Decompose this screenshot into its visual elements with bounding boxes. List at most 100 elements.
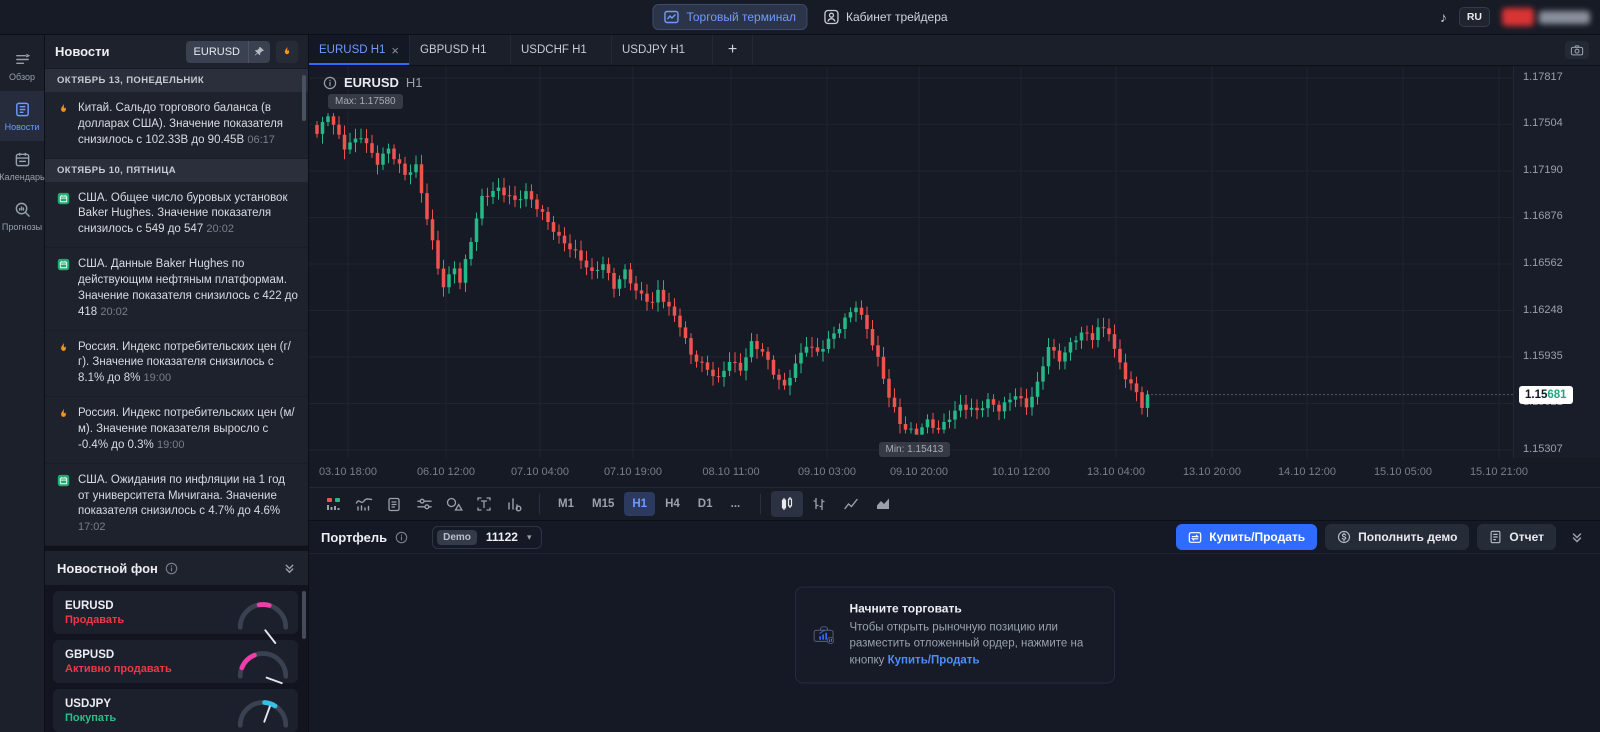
area-chart-icon bbox=[875, 496, 891, 512]
terminal-chart-icon bbox=[663, 9, 679, 25]
news-item-text: США. Ожидания по инфляции на 1 год от ун… bbox=[78, 473, 298, 536]
news-item-text: Россия. Индекс потребительских цен (м/м)… bbox=[78, 406, 298, 454]
timeframe-button[interactable]: D1 bbox=[690, 492, 721, 516]
sidebar-item-label: Обзор bbox=[9, 72, 35, 82]
timeframe-button[interactable]: M15 bbox=[584, 492, 622, 516]
time-tick: 15.10 05:00 bbox=[1374, 466, 1432, 478]
indicators-button[interactable] bbox=[349, 491, 379, 517]
news-item[interactable]: Россия. Индекс потребительских цен (м/м)… bbox=[45, 397, 308, 464]
card-signal: Покупать bbox=[65, 712, 232, 724]
info-icon[interactable] bbox=[323, 76, 337, 90]
shapes-button[interactable] bbox=[439, 491, 469, 517]
candles-type-button[interactable] bbox=[771, 491, 803, 517]
time-tick: 08.10 11:00 bbox=[702, 466, 759, 478]
news-item[interactable]: Китай. Сальдо торгового баланса (в долла… bbox=[45, 92, 308, 159]
info-icon bbox=[165, 562, 178, 575]
more-timeframes-button[interactable]: ... bbox=[720, 492, 750, 516]
time-tick: 14.10 12:00 bbox=[1278, 466, 1336, 478]
line-type-button[interactable] bbox=[835, 491, 867, 517]
time-tick: 09.10 03:00 bbox=[798, 466, 856, 478]
tab-gbpusd-h1[interactable]: GBPUSD H1 bbox=[410, 35, 511, 65]
calendar-news-icon bbox=[57, 258, 71, 272]
collapse-panel-icon[interactable] bbox=[283, 562, 296, 575]
text-tool-icon bbox=[476, 496, 492, 512]
deposit-demo-button[interactable]: Пополнить демо bbox=[1325, 524, 1469, 550]
account-type-badge: Demo bbox=[437, 530, 477, 545]
account-selector[interactable]: Demo 11122 ▾ bbox=[432, 526, 542, 549]
tab-usdjpy-h1[interactable]: USDJPY H1 bbox=[612, 35, 713, 65]
news-gauge bbox=[232, 595, 294, 633]
bars-icon bbox=[811, 496, 827, 512]
news-item-text: США. Общее число буровых установок Baker… bbox=[78, 191, 298, 239]
toolbar-separator bbox=[539, 494, 540, 514]
tab-eurusd-h1[interactable]: EURUSD H1 × bbox=[309, 35, 410, 65]
news-background-card[interactable]: GBPUSD Активно продавать bbox=[53, 640, 298, 683]
news-background-card[interactable]: USDJPY Покупать bbox=[53, 689, 298, 732]
text-tool-button[interactable] bbox=[469, 491, 499, 517]
language-button[interactable]: RU bbox=[1459, 7, 1490, 27]
start-trading-text: Чтобы открыть рыночную позицию или разме… bbox=[850, 619, 1098, 668]
market-depth-button[interactable] bbox=[319, 491, 349, 517]
news-item[interactable]: США. Данные Baker Hughes по действующим … bbox=[45, 248, 308, 330]
time-axis[interactable]: 03.10 18:0006.10 12:0007.10 04:0007.10 1… bbox=[309, 458, 1600, 487]
buy-sell-button[interactable]: Купить/Продать bbox=[1176, 524, 1317, 550]
chart-symbol: EURUSD bbox=[344, 75, 399, 90]
journal-button[interactable] bbox=[379, 491, 409, 517]
timeframe-button[interactable]: H1 bbox=[624, 492, 655, 516]
tab-close-icon[interactable]: × bbox=[391, 43, 399, 58]
news-filter-chip[interactable]: EURUSD bbox=[186, 41, 270, 63]
pin-icon[interactable] bbox=[248, 41, 270, 63]
price-tick: 1.15307 bbox=[1523, 443, 1563, 455]
news-background-scrollbar[interactable] bbox=[302, 591, 306, 639]
sidebar-item-calendar[interactable]: Календарь bbox=[0, 141, 44, 191]
timeframe-button[interactable]: H4 bbox=[657, 492, 688, 516]
hot-news-filter-button[interactable] bbox=[276, 41, 298, 63]
card-signal: Активно продавать bbox=[65, 663, 232, 675]
news-filter-symbol: EURUSD bbox=[186, 46, 248, 58]
bars-type-button[interactable] bbox=[803, 491, 835, 517]
news-item[interactable]: Россия. Индекс потребительских цен (г/г)… bbox=[45, 331, 308, 398]
sliders-icon bbox=[416, 496, 433, 512]
news-background-card[interactable]: EURUSD Продавать bbox=[53, 591, 298, 634]
news-icon bbox=[14, 101, 31, 118]
calendar-news-icon bbox=[57, 474, 71, 488]
price-tick: 1.17504 bbox=[1523, 117, 1563, 129]
settings-sliders-button[interactable] bbox=[409, 491, 439, 517]
sidebar-item-forecasts[interactable]: Прогнозы bbox=[0, 191, 44, 241]
journal-icon bbox=[386, 496, 402, 512]
card-info: GBPUSD Активно продавать bbox=[65, 649, 232, 675]
time-tick: 07.10 19:00 bbox=[604, 466, 662, 478]
snapshot-button[interactable] bbox=[1554, 35, 1600, 65]
collapse-panel-icon[interactable] bbox=[1570, 530, 1584, 544]
tab-usdchf-h1[interactable]: USDCHF H1 bbox=[511, 35, 612, 65]
news-item[interactable]: США. Ожидания по инфляции на 1 год от ун… bbox=[45, 464, 308, 546]
news-column: Новости EURUSD ОКТЯБРЬ 13, ПОНЕДЕЛЬНИК bbox=[45, 35, 308, 732]
trader-cabinet-button[interactable]: Кабинет трейдера bbox=[823, 9, 948, 25]
sound-icon[interactable]: ♪ bbox=[1440, 9, 1447, 25]
timeframe-button[interactable]: M1 bbox=[550, 492, 582, 516]
news-scrollbar[interactable] bbox=[302, 75, 306, 121]
card-info: USDJPY Покупать bbox=[65, 698, 232, 724]
order-form-icon bbox=[1188, 531, 1202, 544]
overview-icon bbox=[14, 51, 31, 68]
sidebar-item-news[interactable]: Новости bbox=[0, 91, 44, 141]
chart-settings-button[interactable] bbox=[499, 491, 529, 517]
hot-news-icon bbox=[57, 102, 71, 116]
sidebar-item-overview[interactable]: Обзор bbox=[0, 41, 44, 91]
timeframe-group: M1M15H1H4D1 bbox=[550, 492, 720, 516]
news-panel-title: Новости bbox=[55, 44, 180, 59]
tab-label: USDCHF H1 bbox=[521, 44, 601, 56]
price-axis[interactable]: 1.178171.175041.171901.168761.165621.162… bbox=[1513, 66, 1600, 458]
indicators-icon bbox=[355, 496, 373, 512]
flame-icon bbox=[281, 45, 293, 58]
area-type-button[interactable] bbox=[867, 491, 899, 517]
info-icon[interactable] bbox=[395, 531, 408, 544]
report-button[interactable]: Отчет bbox=[1477, 524, 1556, 550]
add-tab-button[interactable]: + bbox=[713, 35, 753, 65]
news-item[interactable]: США. Общее число буровых установок Baker… bbox=[45, 182, 308, 249]
trading-terminal-button[interactable]: Торговый терминал bbox=[652, 4, 807, 30]
chart-tabbar: EURUSD H1 × GBPUSD H1 USDCHF H1 USDJPY H… bbox=[309, 35, 1600, 66]
buy-sell-link[interactable]: Купить/Продать bbox=[888, 654, 980, 666]
chart-toolbar: M1M15H1H4D1 ... bbox=[309, 487, 1600, 520]
chart-plot[interactable]: EURUSD H1 Max: 1.17580 Min: 1.15413 bbox=[309, 66, 1514, 458]
